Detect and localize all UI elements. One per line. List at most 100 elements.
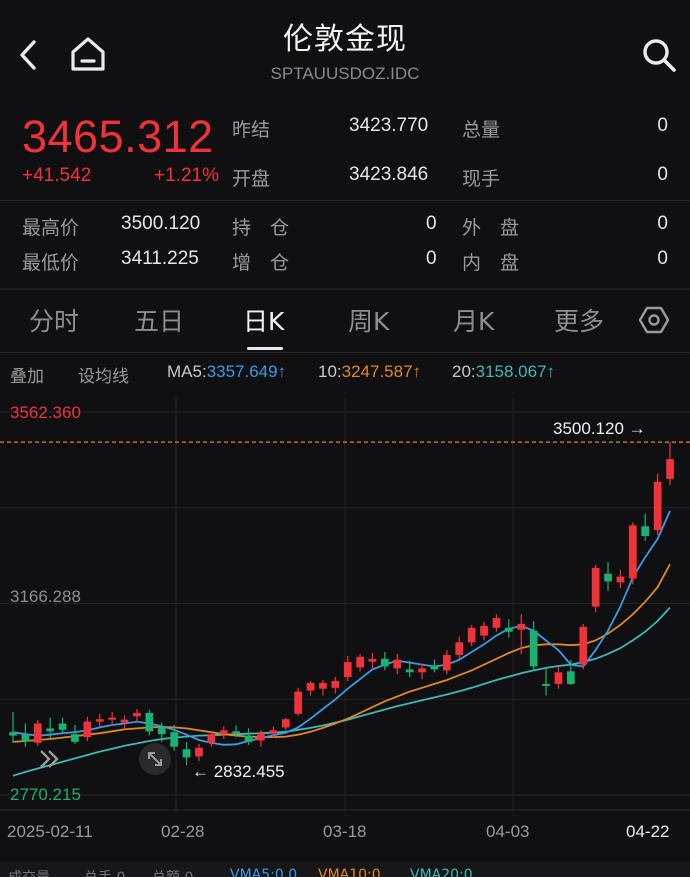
- y-axis-bottom-label: 2770.215: [10, 785, 81, 804]
- set-ma-button[interactable]: 设均线: [78, 362, 129, 387]
- fullscreen-button[interactable]: [139, 743, 171, 775]
- low-label: 最低价: [22, 252, 80, 274]
- candle-body: [616, 576, 625, 583]
- total-volume-value: 0: [657, 115, 668, 136]
- tab-daily-k[interactable]: 日K: [243, 302, 284, 338]
- tab-intraday[interactable]: 分时: [29, 302, 79, 338]
- ma5-label: MA5:: [167, 362, 207, 381]
- open-value: 3423.846: [349, 164, 429, 185]
- ma10-label: 10:: [318, 362, 342, 381]
- x-axis-label: 2025-02-11: [7, 822, 93, 841]
- candle-body: [505, 627, 513, 632]
- x-axis-label: 04-03: [486, 822, 530, 841]
- candle-body: [145, 712, 154, 732]
- ma20-label: 20:: [452, 362, 476, 381]
- vma10: VMA10:0: [318, 867, 381, 877]
- candle-body: [418, 668, 426, 673]
- overlay-button[interactable]: 叠加: [10, 362, 44, 387]
- current-volume-value: 0: [657, 164, 668, 185]
- candle-body: [170, 732, 178, 747]
- ma20-legend: 20:3158.067↑: [452, 362, 555, 382]
- ma5-legend: MA5:3357.649↑: [167, 362, 286, 382]
- double-chevron-right-icon: [40, 750, 59, 768]
- candle-body: [356, 656, 364, 668]
- ma5-line: [12, 510, 671, 746]
- kline-chart[interactable]: [0, 398, 690, 818]
- candle-body: [629, 525, 637, 579]
- candle-body: [480, 625, 488, 636]
- x-axis-label: 03-18: [323, 822, 367, 841]
- expand-arrows-icon: [148, 752, 162, 766]
- open-label: 开盘: [232, 168, 271, 190]
- candle-body: [579, 626, 588, 665]
- candle-body: [368, 658, 377, 662]
- price-change: +41.542: [22, 165, 92, 186]
- candle-body: [195, 747, 203, 757]
- total-amount: 总额 0: [152, 867, 193, 877]
- inner-volume-label: 内 盘: [462, 252, 520, 274]
- tab-more[interactable]: 更多: [554, 302, 604, 338]
- candle-body: [244, 735, 253, 742]
- search-icon: [643, 39, 676, 72]
- candle-body: [381, 658, 389, 667]
- header: 伦敦金现 SPTAUUSDOZ.IDC: [0, 0, 690, 96]
- candle-body: [257, 733, 265, 741]
- divider: [0, 352, 690, 353]
- tab-weekly-k[interactable]: 周K: [348, 302, 389, 338]
- candle-body: [604, 573, 612, 582]
- expand-left-button[interactable]: [33, 744, 67, 774]
- ma20-value: 3158.067↑: [475, 362, 556, 381]
- page-title: 伦敦金现: [283, 22, 407, 57]
- high-annotation: 3500.120 →: [553, 419, 646, 438]
- candle-body: [9, 732, 17, 736]
- ma10-line: [12, 563, 671, 743]
- candle-body: [269, 730, 278, 734]
- candle-body: [492, 618, 501, 628]
- hexagon-settings-icon: [638, 306, 670, 334]
- candle-body: [443, 654, 451, 671]
- prev-close-label: 昨结: [232, 119, 271, 141]
- x-axis-label: 02-28: [161, 822, 205, 841]
- candle-body: [542, 683, 550, 686]
- position-value: 0: [426, 213, 437, 234]
- candle-body: [95, 719, 104, 722]
- candle-body: [430, 665, 439, 670]
- high-label: 最高价: [22, 217, 80, 239]
- candle-body: [331, 681, 340, 688]
- candle-body: [529, 630, 538, 667]
- vma20: VMA20:0: [410, 867, 473, 877]
- candle-body: [455, 642, 464, 655]
- candle-body: [405, 669, 414, 673]
- increase-label: 增 仓: [232, 252, 290, 274]
- x-axis-label: 04-22: [626, 822, 670, 841]
- candle-body: [591, 567, 600, 607]
- position-label: 持 仓: [232, 217, 290, 239]
- inner-volume-value: 0: [657, 248, 668, 269]
- tab-five-day[interactable]: 五日: [134, 302, 184, 338]
- low-value: 3411.225: [121, 248, 199, 269]
- candle-body: [653, 481, 662, 531]
- candle-body: [108, 717, 116, 720]
- candle-body: [554, 672, 563, 684]
- price-change-pct: +1.21%: [154, 165, 219, 186]
- candle-body: [467, 627, 476, 643]
- chart-settings-button[interactable]: [638, 304, 670, 336]
- y-axis-mid-label: 3166.288: [10, 587, 81, 606]
- current-volume-label: 现手: [462, 168, 501, 190]
- candle-body: [21, 734, 30, 742]
- candle-body: [133, 712, 141, 717]
- candle-body: [71, 734, 79, 742]
- volume-label: 成交量: [8, 867, 50, 877]
- candle-body: [393, 659, 402, 669]
- ma10-legend: 10:3247.587↑: [318, 362, 421, 382]
- active-tab-indicator: [247, 347, 283, 350]
- candle-body: [567, 671, 575, 684]
- candle-body: [219, 730, 228, 735]
- vma5: VMA5:0.0: [230, 867, 298, 877]
- search-button[interactable]: [640, 36, 678, 74]
- ma10-value: 3247.587↑: [341, 362, 422, 381]
- candle-body: [120, 719, 129, 723]
- tab-monthly-k[interactable]: 月K: [453, 302, 494, 338]
- ma5-value: 3357.649↑: [206, 362, 287, 381]
- total-hands: 总手 0: [84, 867, 125, 877]
